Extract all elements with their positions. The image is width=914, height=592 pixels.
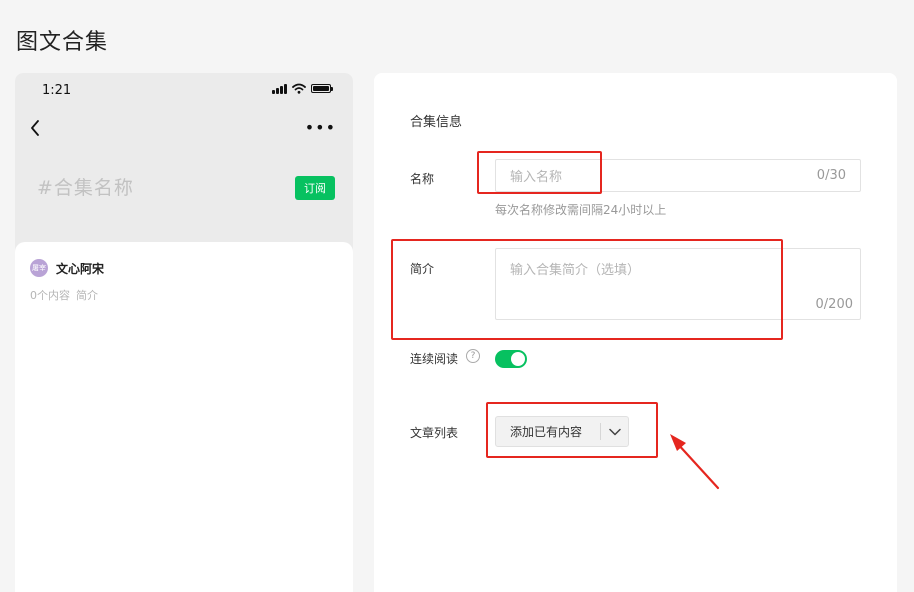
add-existing-content-label: 添加已有内容 [510,425,583,439]
add-existing-content-dropdown[interactable]: 添加已有内容 [495,416,629,447]
annotation-arrow-icon [670,434,720,490]
content-count: 0个内容 [30,289,70,302]
battery-icon [311,84,333,93]
phone-preview: 1:21 ••• #合集名称 订阅 屠宰 文心阿宋 0个内容 简介 [15,73,353,592]
name-label: 名称 [410,172,435,186]
chevron-down-icon[interactable] [601,428,628,436]
collection-name-preview: #合集名称 [37,177,134,199]
more-icon[interactable]: ••• [305,120,336,136]
wifi-icon [292,83,306,94]
intro-placeholder: 输入合集简介（选填） [510,263,641,278]
avatar: 屠宰 [30,259,48,277]
subscribe-button[interactable]: 订阅 [295,176,335,200]
intro-counter: 0/200 [815,297,853,312]
status-icons [272,83,333,94]
author-row: 屠宰 文心阿宋 [30,259,104,277]
help-icon[interactable]: ? [466,349,480,363]
collection-meta: 0个内容 简介 [30,287,98,303]
name-input[interactable]: 输入名称 0/30 [495,159,861,192]
name-placeholder: 输入名称 [510,170,563,185]
author-name: 文心阿宋 [56,261,105,276]
back-arrow-icon[interactable] [29,119,41,137]
intro-textarea[interactable]: 输入合集简介（选填） 0/200 [495,248,861,320]
preview-body: 屠宰 文心阿宋 0个内容 简介 [15,242,353,592]
page-title: 图文合集 [16,30,109,55]
toggle-knob [511,352,525,366]
article-list-label: 文章列表 [410,426,459,440]
collection-form: 合集信息 名称 输入名称 0/30 每次名称修改需间隔24小时以上 简介 输入合… [374,73,897,592]
intro-label: 简介 [410,262,435,276]
section-title: 合集信息 [410,115,463,130]
continuous-read-toggle[interactable] [495,350,527,368]
intro-preview: 简介 [76,289,98,302]
preview-header: 1:21 ••• #合集名称 订阅 [15,73,353,255]
continuous-read-label: 连续阅读 [410,352,459,366]
name-counter: 0/30 [816,168,846,183]
signal-icon [272,83,287,94]
status-time: 1:21 [42,83,72,98]
name-hint: 每次名称修改需间隔24小时以上 [495,203,667,217]
